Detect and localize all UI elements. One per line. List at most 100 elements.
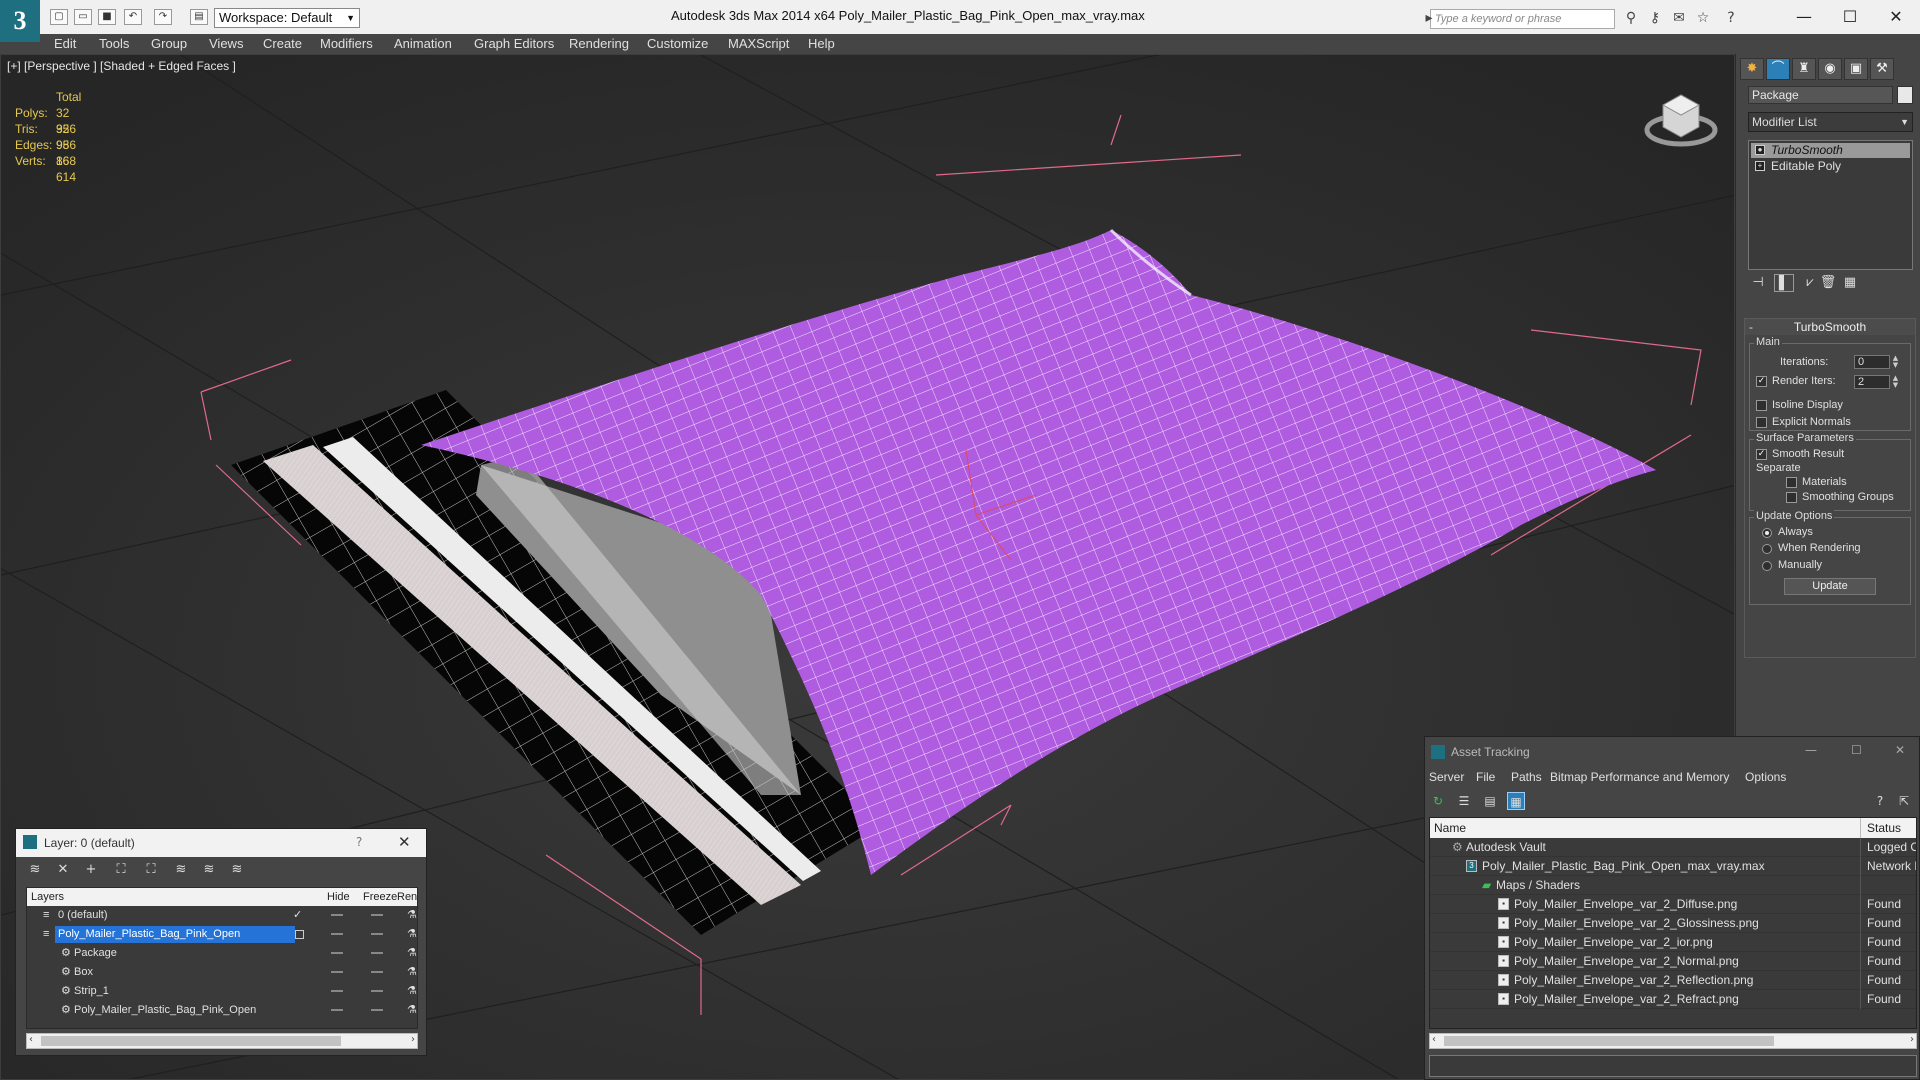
column-header[interactable]: Hide — [327, 891, 350, 903]
menu-edit[interactable]: Edit — [54, 36, 76, 51]
current-layer-check-icon[interactable]: ✓ — [293, 906, 302, 925]
stack-item-editable-poly[interactable]: + Editable Poly — [1751, 159, 1910, 174]
render-teapot-icon[interactable]: ⚗ — [407, 982, 417, 1001]
layer-row[interactable]: ⚙ Strip_1 ⚗ — [27, 982, 417, 1001]
set-current-checkbox[interactable] — [295, 930, 304, 939]
hide-toggle[interactable] — [331, 933, 343, 935]
column-header[interactable]: Ren — [397, 891, 417, 903]
menu-modifiers[interactable]: Modifiers — [320, 36, 373, 51]
delete-layer-icon[interactable]: ✕ — [54, 861, 72, 879]
subscription-icon[interactable]: ⚷ — [1646, 10, 1664, 26]
hide-toggle[interactable] — [331, 952, 343, 954]
menu-help[interactable]: Help — [808, 36, 835, 51]
menu-customize[interactable]: Customize — [647, 36, 708, 51]
undo-icon[interactable]: ↶ — [124, 9, 142, 25]
layer-row[interactable]: ≡ 0 (default) ✓ ⚗ — [27, 906, 417, 925]
modify-tab-icon[interactable]: ⌒ — [1766, 58, 1790, 80]
remove-modifier-icon[interactable]: 🗑 — [1818, 274, 1838, 292]
menu-maxscript[interactable]: MAXScript — [728, 36, 789, 51]
utilities-tab-icon[interactable]: ⚒ — [1870, 58, 1894, 80]
menu-server[interactable]: Server — [1429, 770, 1464, 784]
dock-icon[interactable]: ⇱ — [1895, 792, 1913, 810]
thumbnail-view-icon[interactable]: ▤ — [1481, 792, 1499, 810]
set-current-layer-icon[interactable]: ≋ — [172, 861, 190, 879]
freeze-toggle[interactable] — [371, 990, 383, 992]
smooth-result-checkbox[interactable]: ✓ — [1756, 449, 1767, 460]
explicit-normals-checkbox[interactable] — [1756, 417, 1767, 428]
spinner-arrows-icon[interactable]: ▲ ▼ — [1891, 375, 1900, 389]
menu-graph-editors[interactable]: Graph Editors — [474, 36, 554, 51]
search-input[interactable]: Type a keyword or phrase — [1430, 9, 1615, 29]
freeze-all-icon[interactable]: ≋ — [228, 861, 246, 879]
hide-toggle[interactable] — [331, 971, 343, 973]
layer-name[interactable]: Poly_Mailer_Plastic_Bag_Pink_Open — [71, 1002, 259, 1019]
column-header[interactable]: Layers — [31, 891, 64, 903]
make-unique-icon[interactable]: ⩗ — [1800, 274, 1820, 292]
menu-rendering[interactable]: Rendering — [569, 36, 629, 51]
horizontal-scrollbar[interactable]: ‹ › — [1429, 1033, 1917, 1049]
layer-name[interactable]: Strip_1 — [71, 983, 112, 1000]
hide-all-icon[interactable]: ≋ — [200, 861, 218, 879]
open-file-icon[interactable]: ▭ — [74, 9, 92, 25]
search-expand-icon[interactable]: ▸ — [1420, 10, 1438, 26]
object-color-swatch[interactable] — [1897, 86, 1913, 104]
asset-row[interactable]: ▪ Poly_Mailer_Envelope_var_2_ior.png Fou… — [1430, 933, 1916, 952]
object-name-field[interactable]: Package — [1748, 86, 1893, 104]
asset-row[interactable]: ▪ Poly_Mailer_Envelope_var_2_Diffuse.png… — [1430, 895, 1916, 914]
render-teapot-icon[interactable]: ⚗ — [407, 906, 417, 925]
scroll-thumb[interactable] — [1444, 1036, 1774, 1046]
scroll-right-icon[interactable]: › — [1910, 1034, 1914, 1045]
close-button[interactable]: ✕ — [1876, 5, 1916, 29]
asset-row[interactable]: ▪ Poly_Mailer_Envelope_var_2_Reflection.… — [1430, 971, 1916, 990]
hide-toggle[interactable] — [331, 990, 343, 992]
asset-row[interactable]: ▪ Poly_Mailer_Envelope_var_2_Refract.png… — [1430, 990, 1916, 1009]
layer-row[interactable]: ⚙ Poly_Mailer_Plastic_Bag_Pink_Open ⚗ — [27, 1001, 417, 1020]
layer-name[interactable]: Poly_Mailer_Plastic_Bag_Pink_Open — [55, 926, 295, 943]
scroll-thumb[interactable] — [41, 1036, 341, 1046]
hide-toggle[interactable] — [331, 1009, 343, 1011]
render-teapot-icon[interactable]: ⚗ — [407, 925, 417, 944]
always-radio[interactable] — [1762, 528, 1772, 538]
menu-bitmap-performance[interactable]: Bitmap Performance and Memory — [1550, 770, 1729, 784]
stack-item-turbosmooth[interactable]: ● TurboSmooth — [1751, 143, 1910, 158]
hide-toggle[interactable] — [331, 914, 343, 916]
freeze-toggle[interactable] — [371, 914, 383, 916]
scroll-right-icon[interactable]: › — [411, 1034, 415, 1045]
update-button[interactable]: Update — [1784, 578, 1876, 595]
render-iters-spinner[interactable]: 2 — [1854, 375, 1890, 389]
maximize-button[interactable]: ☐ — [1851, 743, 1862, 757]
modifier-list-dropdown[interactable]: Modifier List ▼ — [1748, 112, 1913, 132]
render-iters-checkbox[interactable]: ✓ — [1756, 376, 1767, 387]
layer-row[interactable]: ⚙ Box ⚗ — [27, 963, 417, 982]
smoothing-groups-checkbox[interactable] — [1786, 492, 1797, 503]
asset-path-field[interactable] — [1429, 1055, 1917, 1077]
menu-paths[interactable]: Paths — [1511, 770, 1542, 784]
layer-row[interactable]: ⚙ Package ⚗ — [27, 944, 417, 963]
close-icon[interactable]: ✕ — [1895, 743, 1905, 757]
column-header[interactable]: Freeze — [363, 891, 397, 903]
help-button[interactable]: ? — [356, 835, 362, 849]
asset-row[interactable]: ▰ Maps / Shaders — [1430, 876, 1916, 895]
list-view-icon[interactable]: ☰ — [1455, 792, 1473, 810]
minimize-button[interactable]: — — [1805, 743, 1817, 757]
freeze-toggle[interactable] — [371, 1009, 383, 1011]
layer-name[interactable]: 0 (default) — [55, 907, 111, 924]
hierarchy-tab-icon[interactable]: ♜ — [1792, 58, 1816, 80]
menu-group[interactable]: Group — [151, 36, 187, 51]
rollout-header[interactable]: - TurboSmooth — [1745, 319, 1915, 335]
layers-icon[interactable]: ≋ — [26, 861, 44, 879]
freeze-toggle[interactable] — [371, 933, 383, 935]
refresh-icon[interactable]: ↻ — [1429, 792, 1447, 810]
menu-file[interactable]: File — [1476, 770, 1495, 784]
layer-window-titlebar[interactable]: Layer: 0 (default) ? ✕ — [16, 829, 426, 857]
asset-row[interactable]: 3 Poly_Mailer_Plastic_Bag_Pink_Open_max_… — [1430, 857, 1916, 876]
viewport-label[interactable]: [+] [Perspective ] [Shaded + Edged Faces… — [7, 59, 236, 73]
spinner-arrows-icon[interactable]: ▲ ▼ — [1891, 355, 1900, 369]
menu-animation[interactable]: Animation — [394, 36, 452, 51]
menu-options[interactable]: Options — [1745, 770, 1786, 784]
add-layer-icon[interactable]: + — [82, 861, 100, 879]
render-teapot-icon[interactable]: ⚗ — [407, 963, 417, 982]
new-file-icon[interactable]: ▢ — [50, 9, 68, 25]
app-logo-icon[interactable]: 3 — [0, 0, 40, 42]
motion-tab-icon[interactable]: ◉ — [1818, 58, 1842, 80]
